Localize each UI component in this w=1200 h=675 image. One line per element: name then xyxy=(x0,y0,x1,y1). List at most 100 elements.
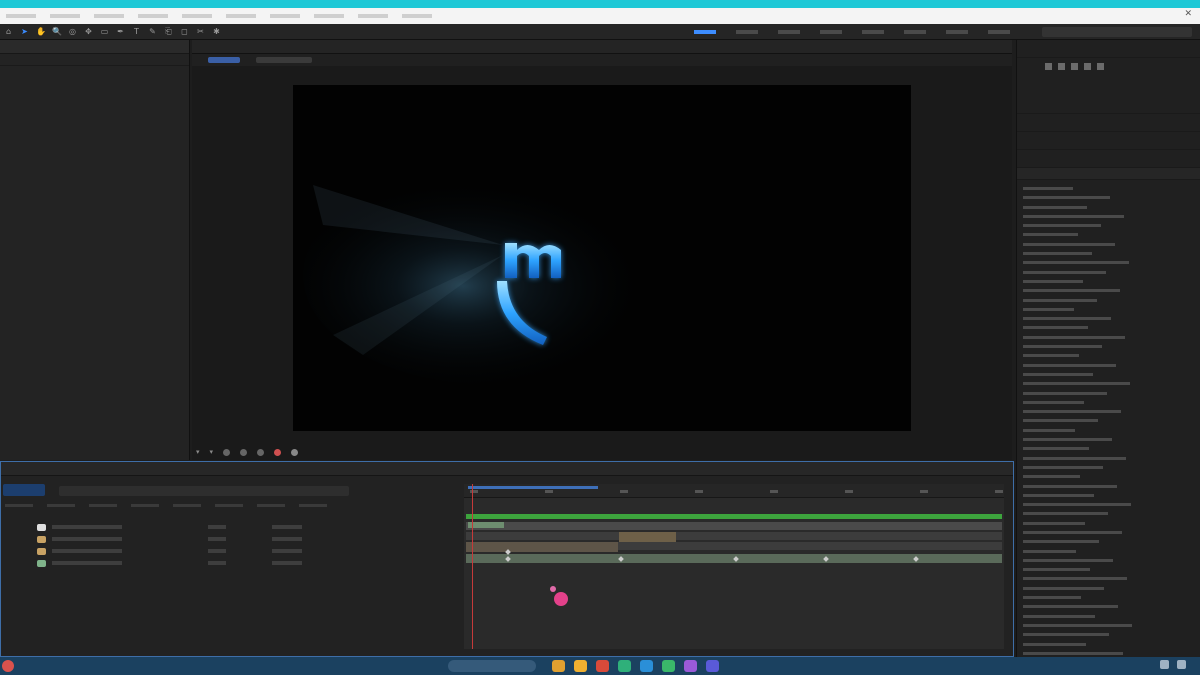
project-search[interactable] xyxy=(0,54,189,66)
effect-preset-item[interactable] xyxy=(1017,277,1200,286)
region-icon[interactable] xyxy=(223,448,231,456)
effect-preset-item[interactable] xyxy=(1017,193,1200,202)
effect-preset-item[interactable] xyxy=(1017,537,1200,546)
menu-item[interactable] xyxy=(358,14,388,18)
effect-preset-item[interactable] xyxy=(1017,416,1200,425)
taskbar-app-icon[interactable] xyxy=(662,660,675,672)
timeline-search-input[interactable] xyxy=(59,486,349,496)
layer-name[interactable] xyxy=(52,561,122,565)
effect-preset-item[interactable] xyxy=(1017,212,1200,221)
effect-preset-item[interactable] xyxy=(1017,407,1200,416)
layer-label-color[interactable] xyxy=(37,547,46,555)
layer-blend-mode[interactable] xyxy=(208,537,226,541)
layer-row[interactable] xyxy=(1,558,461,568)
column-header[interactable] xyxy=(257,504,285,507)
column-header[interactable] xyxy=(89,504,117,507)
column-header[interactable] xyxy=(173,504,201,507)
effect-preset-item[interactable] xyxy=(1017,482,1200,491)
effect-preset-item[interactable] xyxy=(1017,519,1200,528)
column-header[interactable] xyxy=(5,504,33,507)
taskbar-app-icon[interactable] xyxy=(640,660,653,672)
pan-icon[interactable]: ✥ xyxy=(84,27,93,36)
prev-frame-icon[interactable] xyxy=(1058,62,1065,70)
hand-icon[interactable]: ✋ xyxy=(36,27,46,36)
workspace-tab[interactable] xyxy=(694,30,716,34)
effect-preset-item[interactable] xyxy=(1017,593,1200,602)
menu-item[interactable] xyxy=(182,14,212,18)
layer-parent[interactable] xyxy=(272,549,302,553)
effect-preset-item[interactable] xyxy=(1017,612,1200,621)
layer-label-color[interactable] xyxy=(37,535,46,543)
effect-preset-item[interactable] xyxy=(1017,621,1200,630)
effect-preset-item[interactable] xyxy=(1017,296,1200,305)
workspace-tab[interactable] xyxy=(736,30,758,34)
pen-icon[interactable]: ✒ xyxy=(116,27,125,36)
resolution-select[interactable]: ▾ xyxy=(210,448,214,456)
effect-preset-item[interactable] xyxy=(1017,509,1200,518)
effect-preset-item[interactable] xyxy=(1017,565,1200,574)
layer-blend-mode[interactable] xyxy=(208,549,226,553)
layer-parent[interactable] xyxy=(272,537,302,541)
last-frame-icon[interactable] xyxy=(1097,62,1104,70)
stamp-icon[interactable]: ⎗ xyxy=(164,27,173,36)
effect-preset-item[interactable] xyxy=(1017,258,1200,267)
menu-item[interactable] xyxy=(226,14,256,18)
effect-preset-item[interactable] xyxy=(1017,240,1200,249)
timecode-display[interactable] xyxy=(3,484,45,496)
menu-item[interactable] xyxy=(138,14,168,18)
zoom-icon[interactable]: 🔍 xyxy=(52,27,62,36)
time-ruler[interactable] xyxy=(464,484,1004,498)
effect-preset-item[interactable] xyxy=(1017,361,1200,370)
layer-blend-mode[interactable] xyxy=(208,525,226,529)
effect-preset-item[interactable] xyxy=(1017,426,1200,435)
effect-preset-item[interactable] xyxy=(1017,435,1200,444)
menu-item[interactable] xyxy=(6,14,36,18)
taskbar-app-icon[interactable] xyxy=(596,660,609,672)
eraser-icon[interactable]: ◻ xyxy=(180,27,189,36)
close-icon[interactable]: ✕ xyxy=(1184,9,1192,19)
layer-bar-segment[interactable] xyxy=(466,542,618,552)
effect-preset-item[interactable] xyxy=(1017,398,1200,407)
menu-item[interactable] xyxy=(314,14,344,18)
workspace-tab[interactable] xyxy=(820,30,842,34)
effect-preset-item[interactable] xyxy=(1017,547,1200,556)
effect-preset-item[interactable] xyxy=(1017,286,1200,295)
layer-row[interactable] xyxy=(1,546,461,556)
effect-preset-item[interactable] xyxy=(1017,491,1200,500)
effect-preset-item[interactable] xyxy=(1017,556,1200,565)
weather-icon[interactable] xyxy=(2,660,14,672)
home-icon[interactable]: ⌂ xyxy=(4,27,13,36)
layer-name[interactable] xyxy=(52,537,122,541)
layer-row[interactable] xyxy=(1,522,461,532)
effect-preset-item[interactable] xyxy=(1017,500,1200,509)
effect-preset-item[interactable] xyxy=(1017,221,1200,230)
effect-preset-item[interactable] xyxy=(1017,230,1200,239)
effect-preset-item[interactable] xyxy=(1017,574,1200,583)
layer-row[interactable] xyxy=(1,534,461,544)
search-help-input[interactable] xyxy=(1042,27,1192,37)
volume-icon[interactable] xyxy=(1177,660,1186,669)
workspace-tab[interactable] xyxy=(904,30,926,34)
layer-parent[interactable] xyxy=(272,525,302,529)
workspace-tab[interactable] xyxy=(946,30,968,34)
effect-preset-item[interactable] xyxy=(1017,602,1200,611)
workspace-tab[interactable] xyxy=(988,30,1010,34)
effect-preset-item[interactable] xyxy=(1017,249,1200,258)
effect-preset-item[interactable] xyxy=(1017,472,1200,481)
camera-view-icon[interactable] xyxy=(291,448,299,456)
mask-icon[interactable] xyxy=(257,448,265,456)
taskbar-app-icon[interactable] xyxy=(706,660,719,672)
effect-preset-item[interactable] xyxy=(1017,314,1200,323)
workspace-tab[interactable] xyxy=(778,30,800,34)
layer-bar[interactable] xyxy=(466,514,1002,519)
network-icon[interactable] xyxy=(1160,660,1169,669)
layer-bar-segment[interactable] xyxy=(468,522,504,528)
layer-name[interactable] xyxy=(52,525,122,529)
taskbar-search-input[interactable] xyxy=(448,660,536,672)
menu-item[interactable] xyxy=(402,14,432,18)
menu-item[interactable] xyxy=(50,14,80,18)
effect-preset-item[interactable] xyxy=(1017,379,1200,388)
effect-preset-item[interactable] xyxy=(1017,370,1200,379)
effect-preset-item[interactable] xyxy=(1017,203,1200,212)
project-panel-tab[interactable] xyxy=(0,40,189,54)
